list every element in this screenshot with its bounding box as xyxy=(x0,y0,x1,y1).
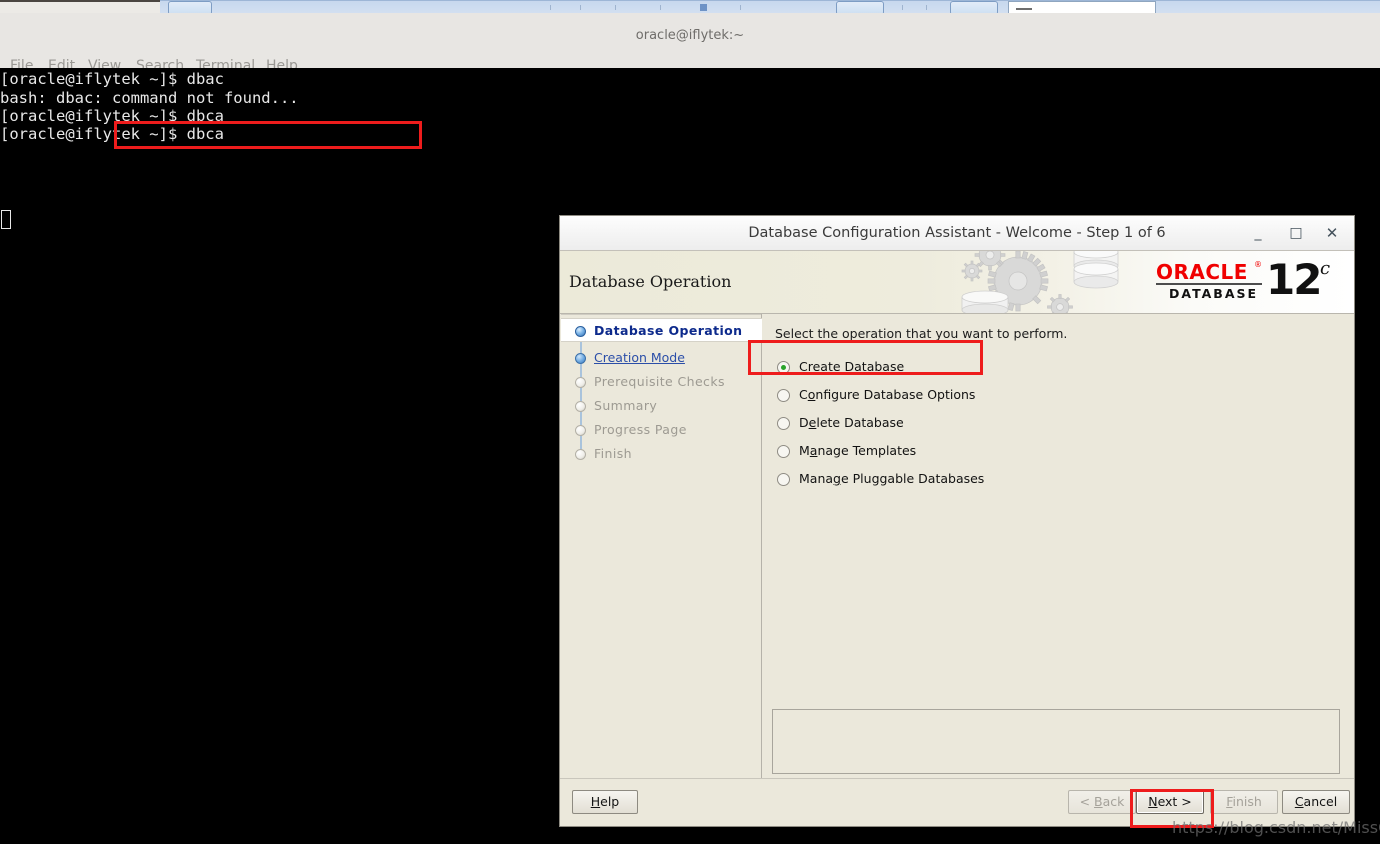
close-icon[interactable]: ✕ xyxy=(1322,224,1342,242)
sidebar-item-finish: Finish xyxy=(561,442,762,466)
oracle-version-number: 12 xyxy=(1266,255,1322,304)
toolbar-tick-3 xyxy=(615,5,616,10)
registered-trademark-icon: ® xyxy=(1254,260,1262,269)
toolbar-tick-2 xyxy=(580,5,581,10)
maximize-icon[interactable]: □ xyxy=(1286,224,1306,242)
sidebar-item-creation-mode[interactable]: Creation Mode xyxy=(561,346,762,370)
step-bullet-visited-icon xyxy=(575,353,586,364)
annotation-box-create-database xyxy=(748,340,983,375)
step-bullet-disabled-icon xyxy=(575,425,586,436)
page-title: Database Operation xyxy=(569,272,732,291)
logo-divider xyxy=(1156,283,1262,285)
oracle-product-label: DATABASE xyxy=(1169,286,1259,301)
radio-label-delete-database: Delete Database xyxy=(799,415,904,430)
terminal-window-title: oracle@iflytek:~ xyxy=(635,28,745,43)
toolbar-strip-dark-edge xyxy=(0,0,160,2)
sidebar-item-label: Finish xyxy=(594,446,632,461)
sidebar-item-progress-page: Progress Page xyxy=(561,418,762,442)
radio-label-configure-database-options: Configure Database Options xyxy=(799,387,976,402)
toolbar-button-2[interactable] xyxy=(836,1,884,13)
toolbar-button-3[interactable] xyxy=(950,1,998,13)
sidebar-item-prerequisite-checks: Prerequisite Checks xyxy=(561,370,762,394)
cancel-button[interactable]: Cancel xyxy=(1282,790,1350,814)
toolbar-tick-7 xyxy=(926,5,927,10)
toolbar-button-1[interactable] xyxy=(168,1,212,13)
terminal-cursor xyxy=(1,210,11,229)
help-button[interactable]: Help xyxy=(572,790,638,814)
desktop-screen: oracle@iflytek:~ File Edit View Search T… xyxy=(0,0,1380,844)
step-bullet-disabled-icon xyxy=(575,377,586,388)
toolbar-tick-4 xyxy=(660,5,661,10)
back-button: < Back xyxy=(1068,790,1136,814)
terminal-window-header: oracle@iflytek:~ File Edit View Search T… xyxy=(0,13,1380,74)
radio-button-icon[interactable] xyxy=(777,389,790,402)
radio-button-icon[interactable] xyxy=(777,417,790,430)
dialog-header-banner: Database Operation ORACLE ® DATABASE 12 … xyxy=(560,251,1354,314)
sidebar-item-label: Prerequisite Checks xyxy=(594,374,725,389)
watermark-text: https://blog.csdn.net/MissGuo xyxy=(1172,818,1380,837)
oracle-edition-letter: c xyxy=(1320,258,1331,279)
terminal-line: [oracle@iflytek ~]$ dbac xyxy=(0,70,224,88)
annotation-box-terminal-command xyxy=(114,121,422,149)
sidebar-item-label: Progress Page xyxy=(594,422,687,437)
terminal-line: bash: dbac: command not found... xyxy=(0,89,299,107)
step-bullet-current-icon xyxy=(575,326,586,337)
toolbar-strip-blue xyxy=(160,0,1380,13)
dbca-dialog: Database Configuration Assistant - Welco… xyxy=(559,215,1355,827)
sidebar-item-label: Database Operation xyxy=(594,323,743,338)
message-area xyxy=(772,709,1340,774)
sidebar-item-label: Summary xyxy=(594,398,658,413)
finish-button: Finish xyxy=(1210,790,1278,814)
gears-database-graphic xyxy=(961,251,1119,313)
toolbar-field-content xyxy=(1016,8,1032,10)
step-bullet-disabled-icon xyxy=(575,401,586,412)
toolbar-square-icon[interactable] xyxy=(700,4,707,11)
radio-button-icon[interactable] xyxy=(777,445,790,458)
radio-button-icon[interactable] xyxy=(777,473,790,486)
minimize-icon[interactable]: _ xyxy=(1248,224,1268,242)
instruction-text: Select the operation that you want to pe… xyxy=(775,326,1068,341)
toolbar-text-field[interactable] xyxy=(1008,1,1156,13)
nav-top-divider xyxy=(561,314,761,315)
step-bullet-disabled-icon xyxy=(575,449,586,460)
toolbar-tick-5 xyxy=(740,5,741,10)
oracle-wordmark: ORACLE xyxy=(1156,260,1248,284)
dialog-title-bar[interactable]: Database Configuration Assistant - Welco… xyxy=(560,216,1354,251)
step-navigation-panel: Database Operation Creation Mode Prerequ… xyxy=(561,314,762,778)
dialog-body: Database Operation Creation Mode Prerequ… xyxy=(560,314,1354,778)
sidebar-item-label: Creation Mode xyxy=(594,350,685,365)
radio-label-manage-templates: Manage Templates xyxy=(799,443,917,458)
sidebar-item-database-operation[interactable]: Database Operation xyxy=(561,318,762,342)
sidebar-item-summary: Summary xyxy=(561,394,762,418)
dialog-title-text: Database Configuration Assistant - Welco… xyxy=(748,225,1166,241)
toolbar-tick-6 xyxy=(902,5,903,10)
radio-label-manage-pluggable-databases: Manage Pluggable Databases xyxy=(799,471,985,486)
oracle-database-12c-logo: ORACLE ® DATABASE 12 c xyxy=(1142,255,1342,306)
background-app-toolbar-strip xyxy=(0,0,1380,13)
toolbar-tick-1 xyxy=(550,5,551,10)
